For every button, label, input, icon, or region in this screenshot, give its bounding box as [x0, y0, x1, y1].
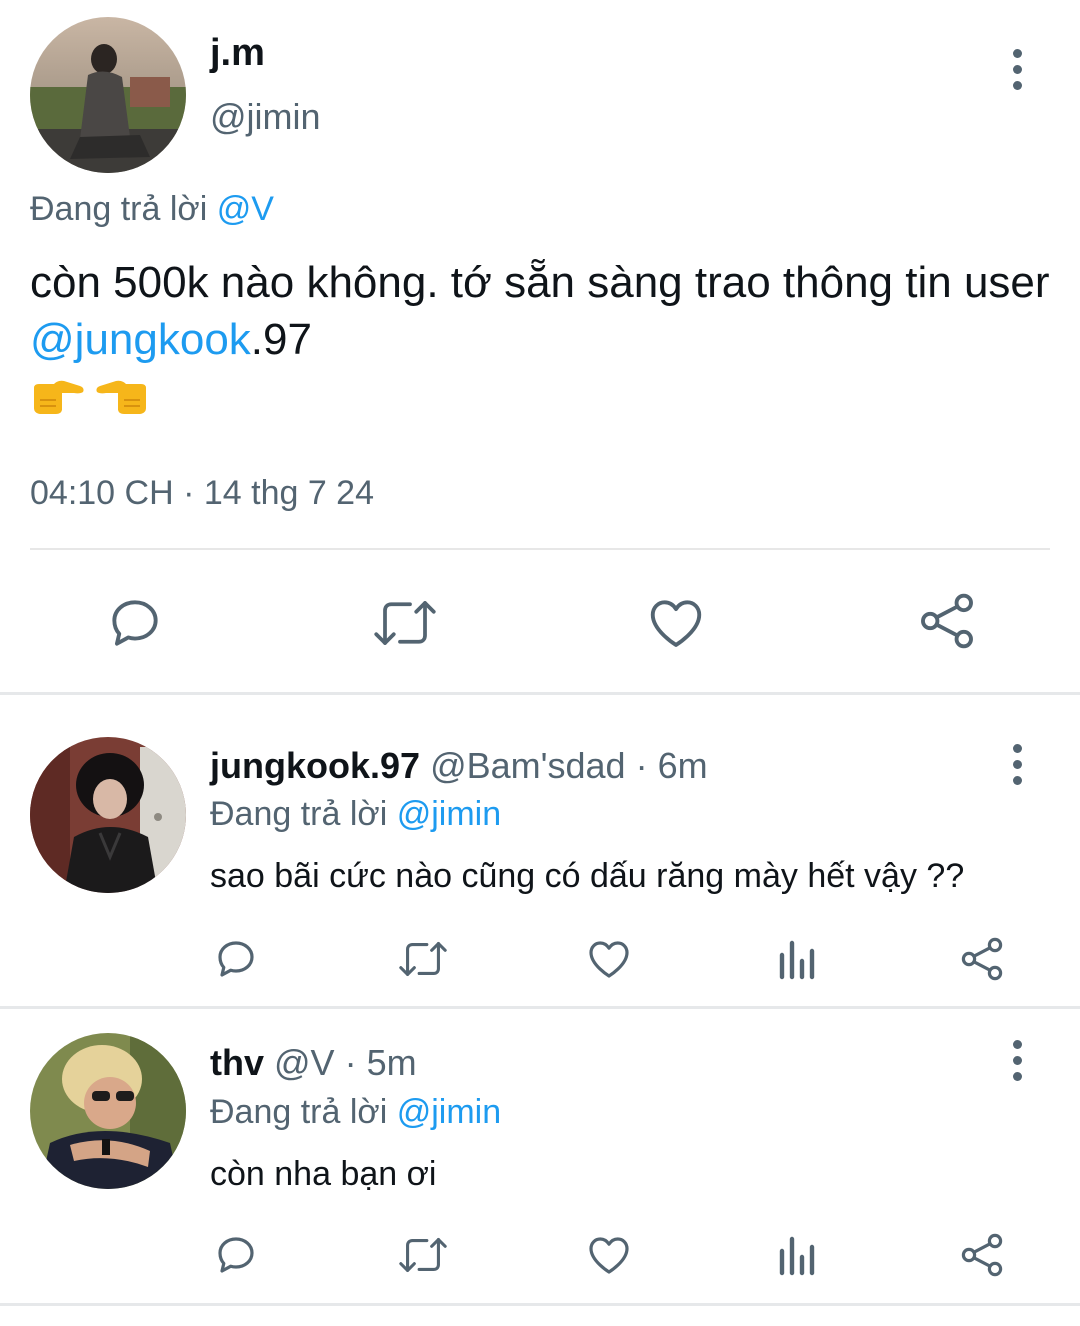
retweet-icon[interactable]: [396, 1231, 450, 1279]
more-options-icon[interactable]: [997, 44, 1037, 94]
reply-actions: [0, 935, 1080, 985]
replying-to-label: Đang trả lời: [210, 1093, 388, 1131]
separator-dot: ·: [334, 1042, 367, 1083]
like-icon[interactable]: [585, 1231, 633, 1279]
retweet-icon[interactable]: [396, 935, 450, 983]
replying-to-line: Đang trả lời @jimin: [210, 1093, 501, 1132]
reply-actions: [0, 1231, 1080, 1281]
share-icon[interactable]: [916, 590, 978, 652]
pointing-right-emoji-icon: [34, 380, 84, 414]
reply-header: thv @V · 5m: [210, 1042, 417, 1084]
divider: [0, 1303, 1080, 1306]
replying-to-line: Đang trả lời @jimin: [210, 795, 501, 834]
more-options-icon[interactable]: [997, 1035, 1037, 1085]
reply-icon[interactable]: [212, 1231, 260, 1279]
tweet-mention[interactable]: @jungkook: [30, 315, 251, 364]
like-icon[interactable]: [585, 935, 633, 983]
tweet-text: còn 500k nào không. tớ sẵn sàng trao thô…: [30, 254, 1060, 368]
reply-time: 6m: [657, 745, 708, 786]
tweet-text-part2: .97: [250, 315, 312, 364]
replying-to-label: Đang trả lời: [210, 795, 388, 833]
user-handle[interactable]: @Bam'sdad: [430, 745, 626, 786]
like-icon[interactable]: [645, 592, 707, 654]
divider: [30, 548, 1050, 550]
share-icon[interactable]: [958, 1231, 1006, 1279]
replying-to-mention[interactable]: @jimin: [397, 1093, 501, 1131]
avatar[interactable]: [30, 737, 186, 893]
reply-tweet[interactable]: jungkook.97 @Bam'sdad · 6m Đang trả lời …: [0, 695, 1080, 1006]
reply-text: còn nha bạn ơi: [210, 1155, 437, 1193]
replying-to-mention[interactable]: @jimin: [397, 795, 501, 833]
views-icon[interactable]: [776, 935, 816, 983]
main-tweet: j.m @jimin Đang trả lời @V còn 500k nào …: [0, 0, 1080, 694]
reply-header: jungkook.97 @Bam'sdad · 6m: [210, 745, 708, 787]
reply-tweet[interactable]: thv @V · 5m Đang trả lời @jimin còn nha …: [0, 1009, 1080, 1303]
reply-time: 5m: [366, 1042, 417, 1083]
avatar-photo-thv: [30, 1033, 186, 1189]
user-handle[interactable]: @V: [274, 1042, 335, 1083]
reply-icon[interactable]: [104, 592, 166, 654]
views-icon[interactable]: [776, 1231, 816, 1279]
tweet-text-part1: còn 500k nào không. tớ sẵn sàng trao thô…: [30, 258, 1050, 307]
more-options-icon[interactable]: [997, 739, 1037, 789]
pointing-left-emoji-icon: [96, 380, 146, 414]
replying-to-mention[interactable]: @V: [217, 190, 274, 228]
share-icon[interactable]: [958, 935, 1006, 983]
display-name[interactable]: jungkook.97: [210, 745, 420, 786]
avatar-photo-jungkook: [30, 737, 186, 893]
replying-to-label: Đang trả lời: [30, 190, 208, 228]
retweet-icon[interactable]: [370, 592, 440, 654]
reply-icon[interactable]: [212, 935, 260, 983]
tweet-emoji-row: [30, 376, 150, 416]
separator-dot: ·: [625, 745, 658, 786]
replying-to-line: Đang trả lời @V: [30, 190, 274, 229]
avatar-photo-jm: [30, 17, 186, 173]
tweet-timestamp: 04:10 CH · 14 thg 7 24: [30, 474, 375, 512]
display-name[interactable]: thv: [210, 1042, 264, 1083]
avatar[interactable]: [30, 17, 186, 173]
avatar[interactable]: [30, 1033, 186, 1189]
display-name[interactable]: j.m: [210, 32, 265, 75]
reply-text: sao bãi cức nào cũng có dấu răng mày hết…: [210, 857, 965, 895]
user-handle[interactable]: @jimin: [210, 96, 321, 138]
